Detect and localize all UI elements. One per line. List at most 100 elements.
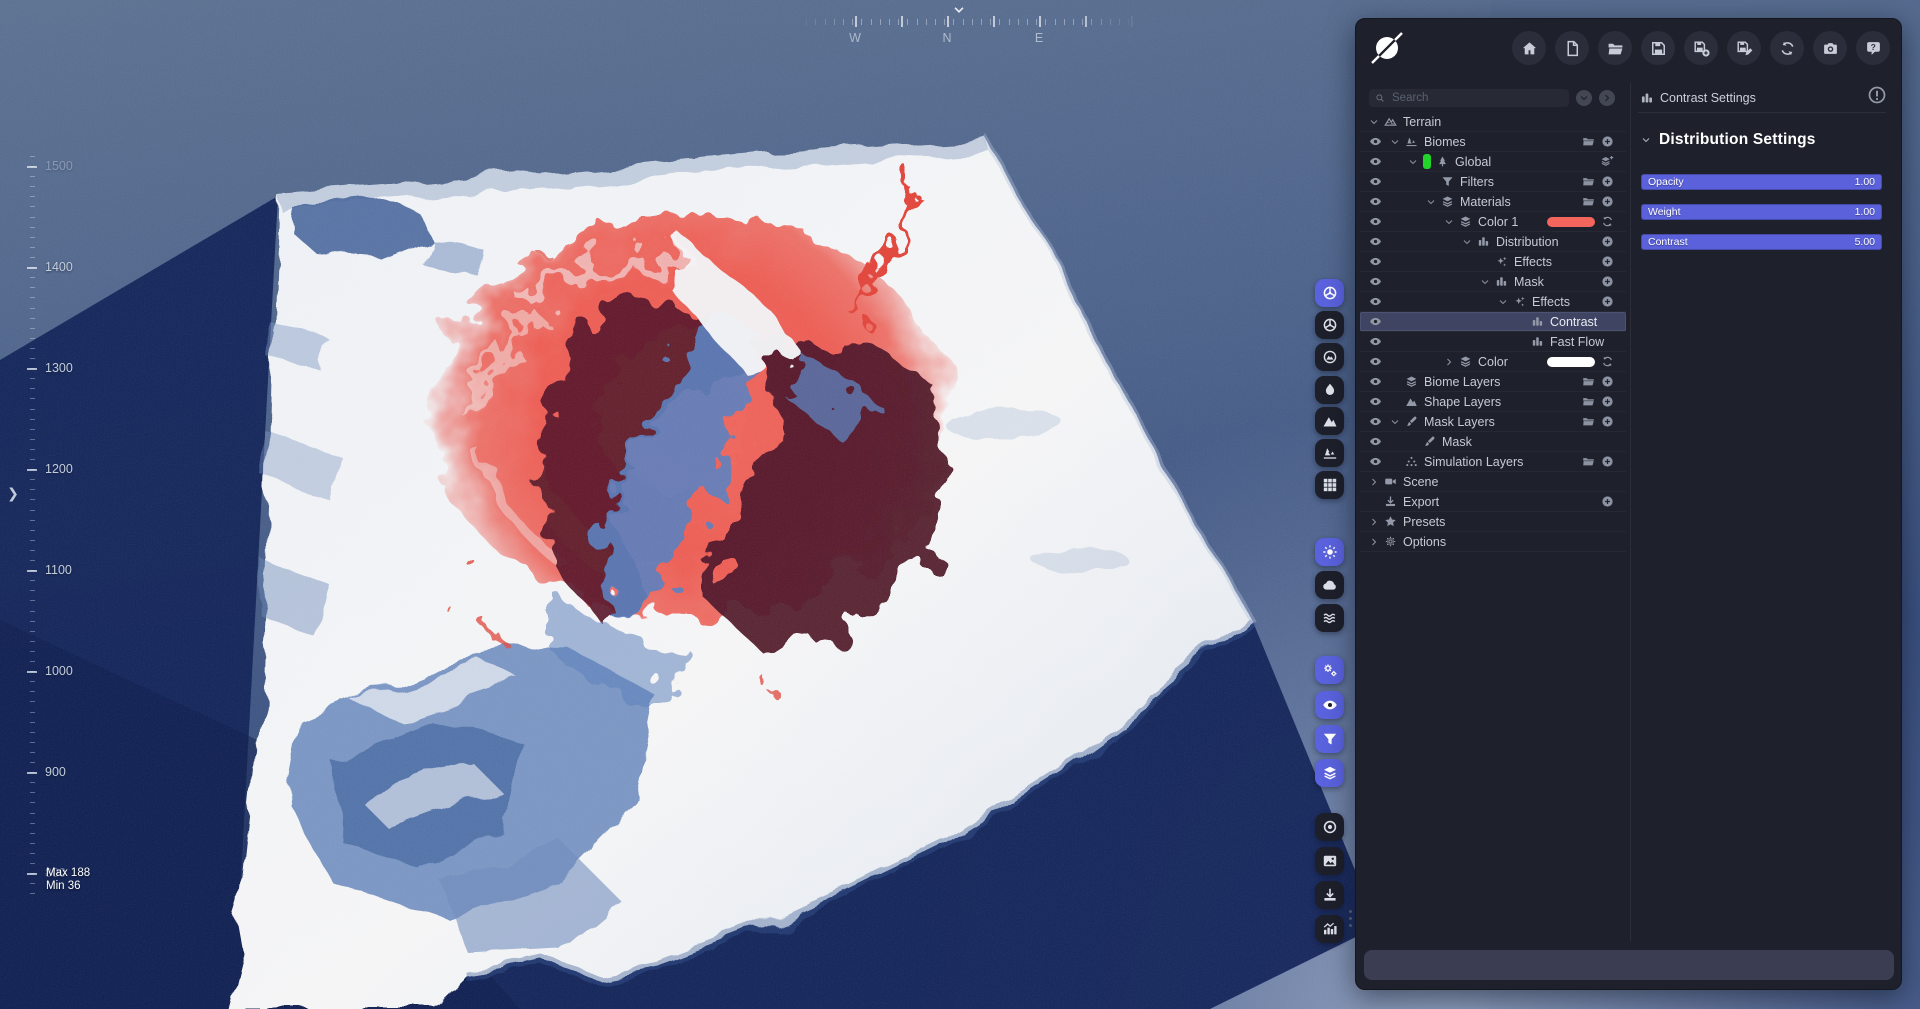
grid-tool-button[interactable] bbox=[1315, 471, 1344, 499]
visibility-eye-icon[interactable] bbox=[1369, 255, 1390, 268]
open-file-button[interactable] bbox=[1598, 31, 1632, 65]
folder-icon[interactable] bbox=[1582, 375, 1595, 388]
app-logo-icon[interactable] bbox=[1369, 30, 1405, 66]
screenshot-button[interactable] bbox=[1813, 31, 1847, 65]
sun-settings-button[interactable] bbox=[1315, 538, 1344, 566]
visibility-eye-icon[interactable] bbox=[1369, 375, 1390, 388]
tree-row-contrast[interactable]: Contrast bbox=[1360, 312, 1626, 332]
tree-row-mask[interactable]: Mask bbox=[1360, 272, 1626, 292]
tree-row-filters[interactable]: Filters bbox=[1360, 172, 1626, 192]
view-planet-button[interactable] bbox=[1315, 343, 1344, 371]
visibility-eye-icon[interactable] bbox=[1369, 275, 1390, 288]
help-button[interactable]: ? bbox=[1856, 31, 1890, 65]
search-input[interactable] bbox=[1390, 91, 1563, 105]
tree-row-shape-layers[interactable]: Shape Layers bbox=[1360, 392, 1626, 412]
chevron-down-icon[interactable] bbox=[1369, 117, 1384, 127]
tree-row-terrain[interactable]: Terrain bbox=[1360, 112, 1626, 132]
folder-icon[interactable] bbox=[1582, 175, 1595, 188]
add-button[interactable] bbox=[1601, 415, 1614, 428]
chevron-down-icon[interactable] bbox=[1426, 197, 1441, 207]
tree-row-mask[interactable]: Mask bbox=[1360, 432, 1626, 452]
stats-chart-button[interactable] bbox=[1315, 915, 1344, 943]
view-orbit-button[interactable] bbox=[1315, 311, 1344, 339]
chevron-right-icon[interactable] bbox=[1444, 357, 1459, 367]
chevron-right-icon[interactable] bbox=[1369, 477, 1384, 487]
layer-color-chip[interactable] bbox=[1423, 154, 1431, 169]
visibility-button[interactable] bbox=[1315, 691, 1344, 719]
filter-button[interactable] bbox=[1315, 725, 1344, 753]
save-as-button[interactable] bbox=[1684, 31, 1718, 65]
refresh-button[interactable] bbox=[1601, 215, 1614, 228]
add-button[interactable] bbox=[1601, 135, 1614, 148]
tree-row-options[interactable]: Options bbox=[1360, 532, 1626, 552]
water-tool-button[interactable] bbox=[1315, 376, 1344, 404]
visibility-eye-icon[interactable] bbox=[1369, 215, 1390, 228]
chevron-down-icon[interactable] bbox=[1390, 417, 1405, 427]
info-button[interactable] bbox=[1867, 85, 1887, 105]
visibility-eye-icon[interactable] bbox=[1369, 155, 1390, 168]
tree-row-biome-layers[interactable]: Biome Layers bbox=[1360, 372, 1626, 392]
visibility-eye-icon[interactable] bbox=[1369, 355, 1390, 368]
settings-gears-button[interactable] bbox=[1315, 656, 1344, 684]
record-button[interactable] bbox=[1315, 813, 1344, 841]
refresh-button[interactable] bbox=[1601, 355, 1614, 368]
tree-row-simulation-layers[interactable]: Simulation Layers bbox=[1360, 452, 1626, 472]
chevron-right-icon[interactable] bbox=[1369, 537, 1384, 547]
visibility-eye-icon[interactable] bbox=[1369, 135, 1390, 148]
column-divider[interactable] bbox=[1630, 83, 1631, 941]
weight-slider[interactable]: Weight 1.00 bbox=[1641, 204, 1882, 220]
visibility-eye-icon[interactable] bbox=[1369, 295, 1390, 308]
tree-row-export[interactable]: Export bbox=[1360, 492, 1626, 512]
tree-row-distribution[interactable]: Distribution bbox=[1360, 232, 1626, 252]
folder-icon[interactable] bbox=[1582, 195, 1595, 208]
water-settings-button[interactable] bbox=[1315, 604, 1344, 632]
visibility-eye-icon[interactable] bbox=[1369, 235, 1390, 248]
search-box[interactable] bbox=[1369, 89, 1569, 107]
visibility-eye-icon[interactable] bbox=[1369, 455, 1390, 468]
folder-icon[interactable] bbox=[1582, 135, 1595, 148]
expand-left-panel-button[interactable]: ❯ bbox=[5, 483, 21, 503]
color-swatch[interactable] bbox=[1547, 356, 1595, 367]
visibility-eye-icon[interactable] bbox=[1369, 175, 1390, 188]
add-button[interactable] bbox=[1601, 375, 1614, 388]
compass-bar[interactable]: WNES bbox=[795, 4, 1140, 48]
next-match-button[interactable] bbox=[1599, 90, 1615, 106]
download-button[interactable] bbox=[1315, 881, 1344, 909]
add-button[interactable] bbox=[1601, 235, 1614, 248]
tree-row-color-1[interactable]: Color 1 bbox=[1360, 212, 1626, 232]
folder-icon[interactable] bbox=[1582, 455, 1595, 468]
chevron-right-icon[interactable] bbox=[1369, 517, 1384, 527]
layers-button[interactable] bbox=[1315, 759, 1344, 787]
image-export-button[interactable] bbox=[1315, 847, 1344, 875]
section-distribution-settings[interactable]: Distribution Settings bbox=[1641, 131, 1816, 149]
tree-row-color[interactable]: Color bbox=[1360, 352, 1626, 372]
opacity-slider[interactable]: Opacity 1.00 bbox=[1641, 174, 1882, 190]
chevron-down-icon[interactable] bbox=[1498, 297, 1513, 307]
save-incremental-button[interactable] bbox=[1727, 31, 1761, 65]
visibility-eye-icon[interactable] bbox=[1369, 335, 1390, 348]
visibility-eye-icon[interactable] bbox=[1369, 435, 1390, 448]
color-swatch[interactable] bbox=[1547, 216, 1595, 227]
contrast-slider[interactable]: Contrast 5.00 bbox=[1641, 234, 1882, 250]
tree-row-global[interactable]: Global bbox=[1360, 152, 1626, 172]
cloud-settings-button[interactable] bbox=[1315, 571, 1344, 599]
chevron-down-icon[interactable] bbox=[1462, 237, 1477, 247]
folder-icon[interactable] bbox=[1582, 415, 1595, 428]
add-layer-button[interactable] bbox=[1601, 155, 1614, 168]
add-button[interactable] bbox=[1601, 455, 1614, 468]
tree-row-fast-flow[interactable]: Fast Flow bbox=[1360, 332, 1626, 352]
folder-icon[interactable] bbox=[1582, 395, 1595, 408]
visibility-eye-icon[interactable] bbox=[1369, 415, 1390, 428]
save-button[interactable] bbox=[1641, 31, 1675, 65]
chevron-down-icon[interactable] bbox=[1408, 157, 1423, 167]
chevron-down-icon[interactable] bbox=[1480, 277, 1495, 287]
add-button[interactable] bbox=[1601, 295, 1614, 308]
add-button[interactable] bbox=[1601, 195, 1614, 208]
add-button[interactable] bbox=[1601, 495, 1614, 508]
tree-row-effects[interactable]: Effects bbox=[1360, 292, 1626, 312]
visibility-eye-icon[interactable] bbox=[1369, 315, 1390, 328]
tree-row-scene[interactable]: Scene bbox=[1360, 472, 1626, 492]
tree-row-effects[interactable]: Effects bbox=[1360, 252, 1626, 272]
view-terrain-button[interactable] bbox=[1315, 279, 1344, 307]
add-button[interactable] bbox=[1601, 255, 1614, 268]
